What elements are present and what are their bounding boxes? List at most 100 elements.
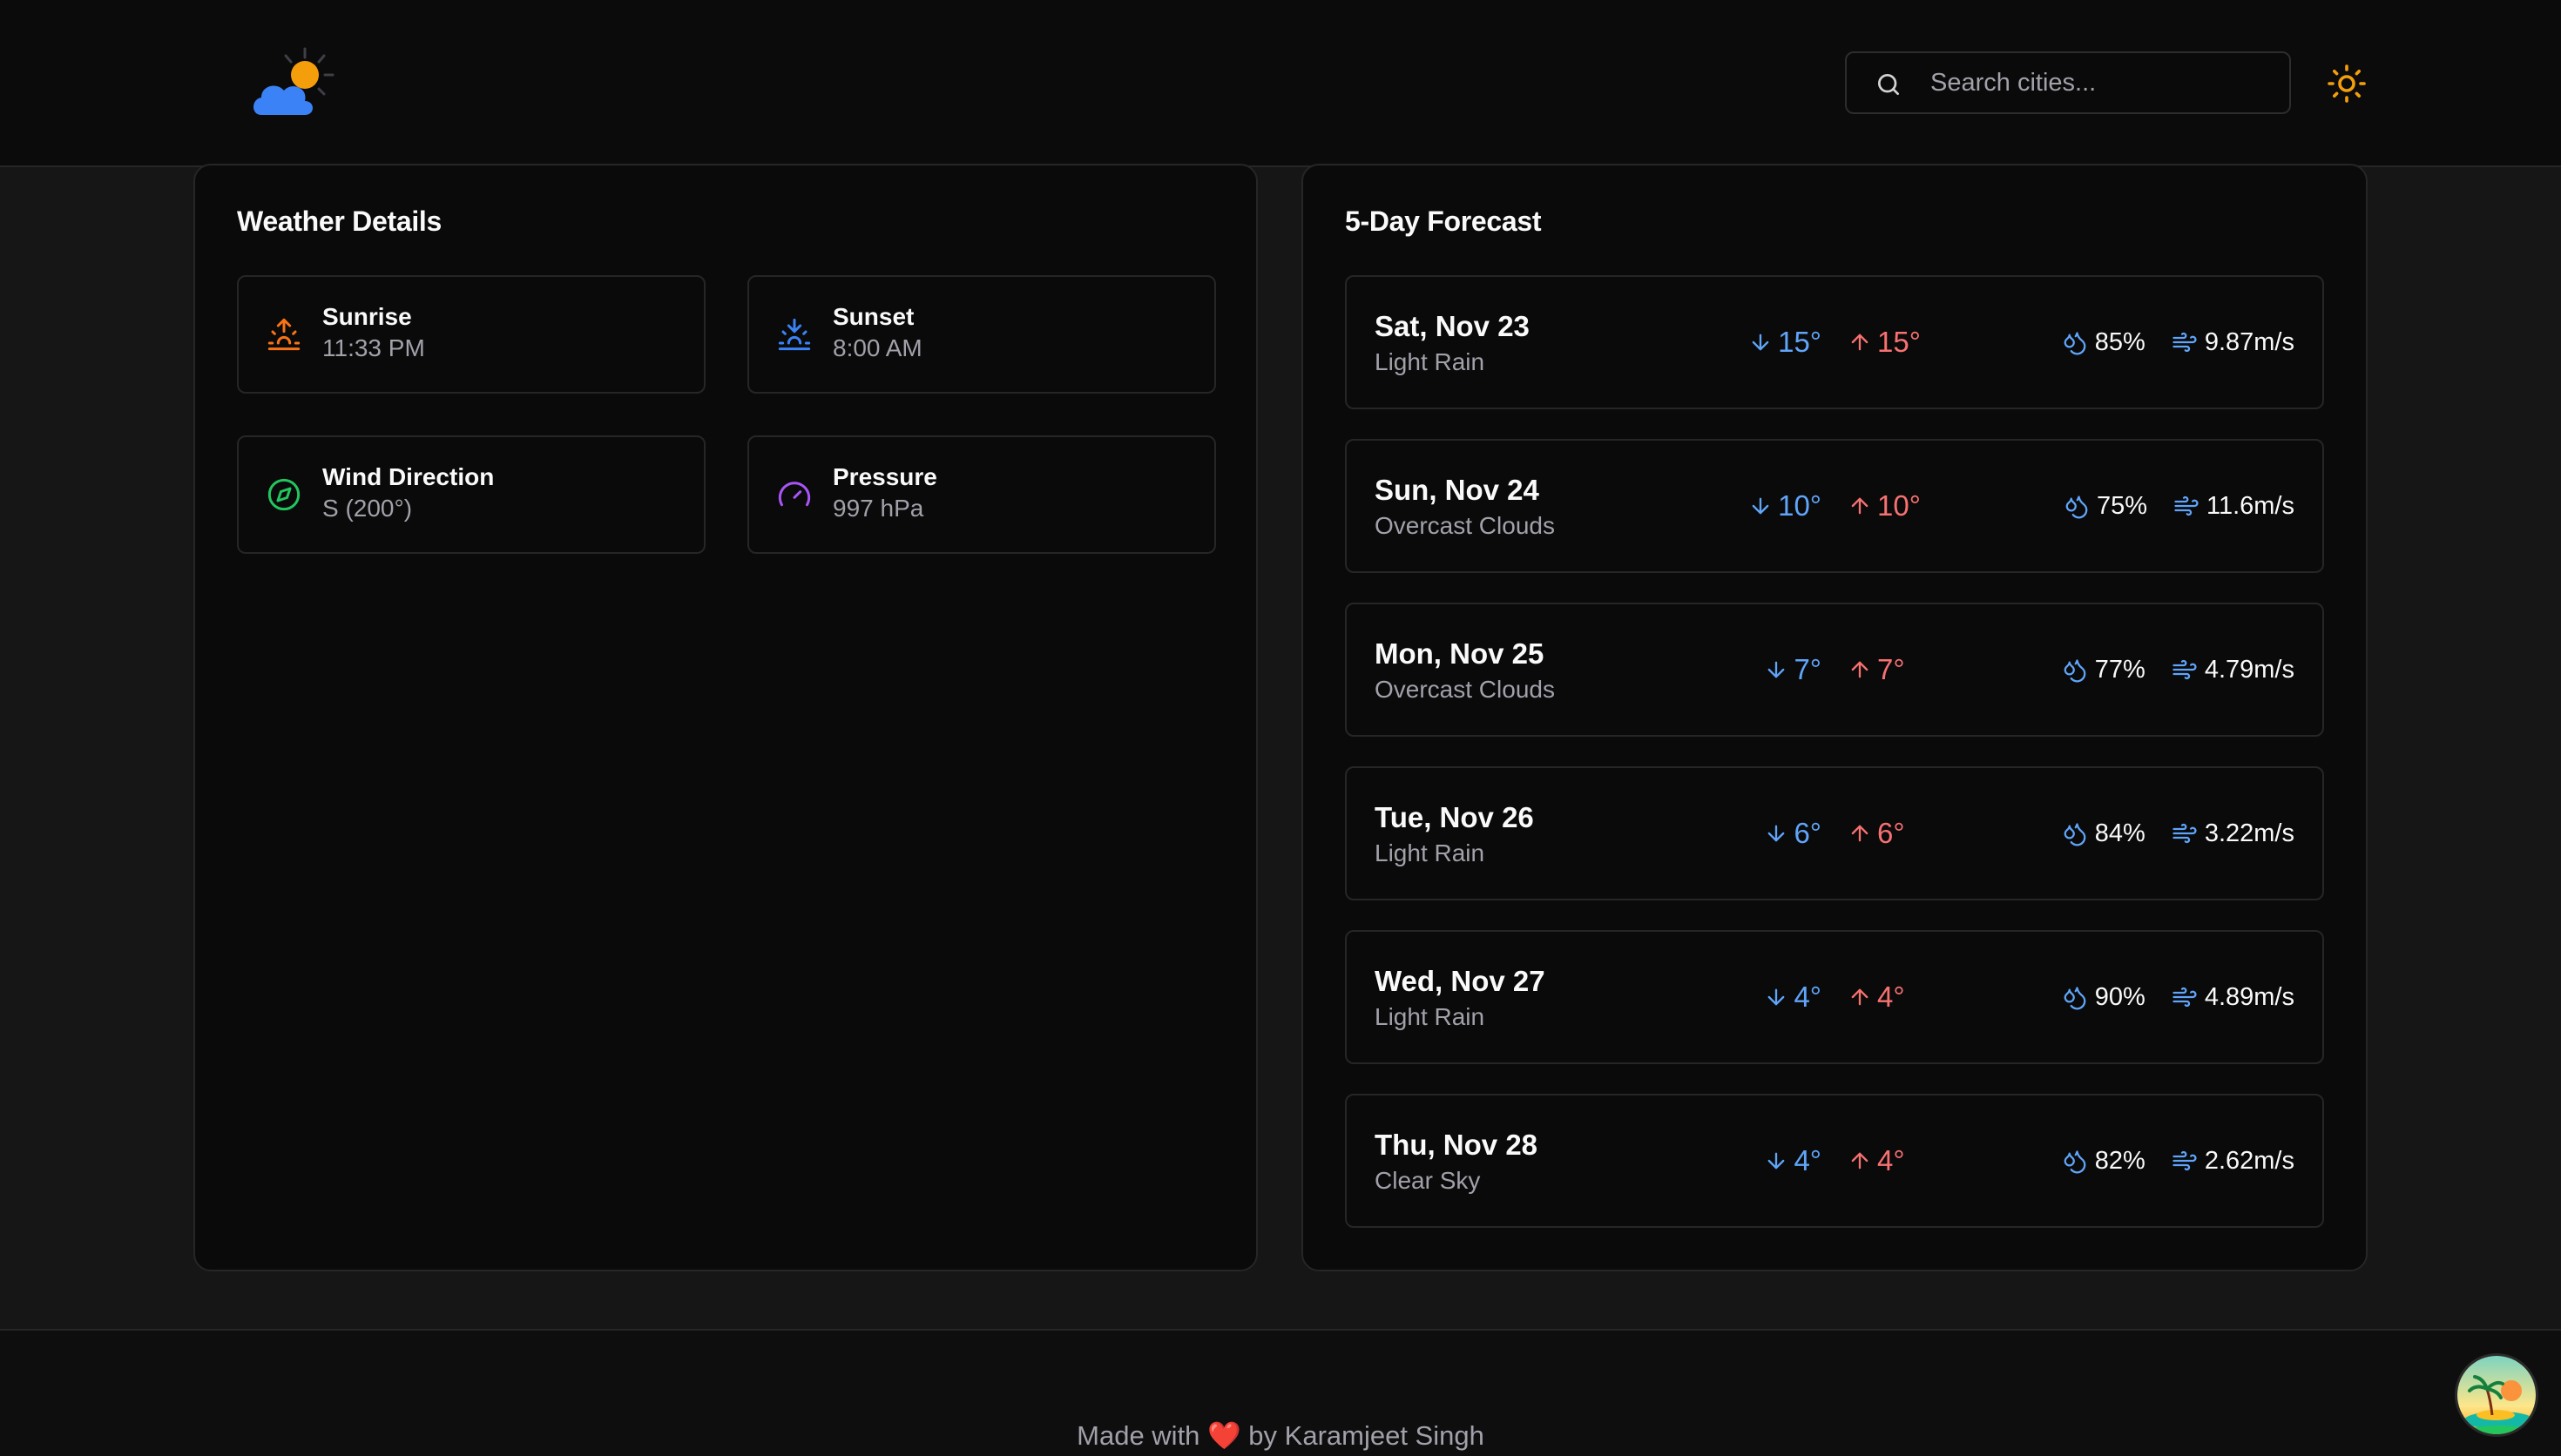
footer-credit: Made with ❤️ by Karamjeet Singh — [0, 1419, 2561, 1452]
theme-toggle-button[interactable] — [2326, 63, 2368, 104]
weather-details-title: Weather Details — [237, 206, 443, 237]
min-temp: 15° — [1748, 326, 1821, 359]
humidity-value: 90% — [2094, 982, 2145, 1011]
forecast-stats: 90% 4.89m/s — [2062, 932, 2294, 1062]
wind-value: 4.89m/s — [2204, 982, 2294, 1011]
max-temp: 4° — [1848, 1144, 1905, 1177]
weather-details-card: Weather Details Sunrise 11:33 PM Sunset … — [193, 164, 1258, 1271]
arrow-up-icon — [1851, 988, 1868, 1006]
max-temp-value: 4° — [1877, 1144, 1905, 1176]
wind-direction-detail: Wind Direction S (200°) — [237, 435, 706, 554]
min-temp: 4° — [1764, 981, 1821, 1014]
wind-icon — [2172, 1150, 2197, 1171]
footer-suffix: by Karamjeet Singh — [1248, 1420, 1484, 1451]
forecast-date: Sat, Nov 23 — [1375, 310, 1530, 342]
humidity-value: 82% — [2094, 1146, 2145, 1175]
page-footer: Made with ❤️ by Karamjeet Singh — [0, 1329, 2561, 1456]
droplets-icon — [2064, 659, 2086, 683]
pressure-detail: Pressure 997 hPa — [747, 435, 1216, 554]
arrow-up-icon — [1851, 497, 1868, 515]
wind-stat: 11.6m/s — [2173, 492, 2294, 521]
forecast-temps: 4° 4° — [1660, 1095, 2009, 1226]
sunrise-icon — [267, 318, 301, 351]
max-temp-value: 15° — [1877, 326, 1921, 358]
wind-stat: 2.62m/s — [2172, 1147, 2294, 1176]
max-temp: 15° — [1848, 326, 1921, 359]
detail-value: 8:00 AM — [833, 334, 922, 361]
max-temp-value: 7° — [1877, 653, 1905, 685]
forecast-temps: 10° 10° — [1660, 441, 2009, 571]
search-box[interactable] — [1845, 51, 2291, 114]
forecast-stats: 77% 4.79m/s — [2062, 604, 2294, 735]
forecast-temps: 6° 6° — [1660, 768, 2009, 899]
arrow-up-icon — [1851, 661, 1868, 678]
search-input[interactable] — [1930, 53, 2279, 112]
forecast-description: Overcast Clouds — [1375, 676, 1555, 703]
droplets-icon — [2065, 495, 2088, 519]
detail-value: S (200°) — [322, 495, 413, 522]
wind-icon — [2172, 659, 2197, 680]
min-temp-value: 7° — [1794, 653, 1821, 685]
droplets-icon — [2064, 987, 2086, 1010]
forecast-description: Light Rain — [1375, 348, 1485, 375]
max-temp-value: 4° — [1877, 981, 1905, 1013]
wind-value: 2.62m/s — [2204, 1146, 2294, 1175]
search-icon — [1878, 74, 1899, 95]
forecast-stats: 75% 11.6m/s — [2064, 441, 2294, 571]
forecast-stats: 84% 3.22m/s — [2062, 768, 2294, 899]
forecast-row: Mon, Nov 25 Overcast Clouds 7° 7° 77% 4.… — [1345, 603, 2324, 737]
cloud-sun-logo-icon[interactable] — [251, 47, 341, 120]
humidity-value: 77% — [2094, 655, 2145, 684]
droplets-icon — [2064, 1150, 2086, 1174]
wind-stat: 4.89m/s — [2172, 983, 2294, 1012]
max-temp: 10° — [1848, 489, 1921, 522]
arrow-down-icon — [1752, 334, 1769, 351]
forecast-row: Sat, Nov 23 Light Rain 15° 15° 85% 9.87m… — [1345, 275, 2324, 409]
wind-value: 4.79m/s — [2204, 655, 2294, 684]
forecast-description: Clear Sky — [1375, 1167, 1481, 1194]
wind-value: 3.22m/s — [2204, 819, 2294, 847]
footer-prefix: Made with — [1077, 1420, 1200, 1451]
min-temp: 6° — [1764, 817, 1821, 850]
detail-label: Sunset — [833, 303, 915, 330]
min-temp-value: 10° — [1778, 489, 1821, 522]
min-temp-value: 4° — [1794, 981, 1821, 1013]
forecast-date: Mon, Nov 25 — [1375, 637, 1544, 670]
humidity-stat: 75% — [2064, 492, 2147, 521]
forecast-date: Thu, Nov 28 — [1375, 1129, 1538, 1161]
arrow-up-icon — [1851, 825, 1868, 842]
max-temp: 7° — [1848, 653, 1905, 686]
max-temp: 4° — [1848, 981, 1905, 1014]
wind-value: 11.6m/s — [2206, 491, 2294, 520]
forecast-title: 5-Day Forecast — [1345, 206, 1542, 237]
forecast-row: Sun, Nov 24 Overcast Clouds 10° 10° 75% — [1345, 439, 2324, 573]
min-temp: 4° — [1764, 1144, 1821, 1177]
wind-icon — [2172, 332, 2197, 353]
wind-icon — [2172, 823, 2197, 844]
sunrise-detail: Sunrise 11:33 PM — [237, 275, 706, 394]
droplets-icon — [2064, 332, 2086, 355]
humidity-value: 85% — [2094, 327, 2145, 356]
detail-value: 997 hPa — [833, 495, 924, 522]
arrow-down-icon — [1768, 988, 1785, 1006]
humidity-value: 84% — [2094, 819, 2145, 847]
avatar[interactable] — [2455, 1353, 2538, 1437]
forecast-date: Tue, Nov 26 — [1375, 801, 1534, 833]
arrow-down-icon — [1768, 661, 1785, 678]
humidity-stat: 90% — [2062, 983, 2145, 1012]
arrow-up-icon — [1851, 334, 1868, 351]
droplets-icon — [2064, 823, 2086, 846]
detail-value: 11:33 PM — [322, 334, 425, 361]
forecast-row: Tue, Nov 26 Light Rain 6° 6° 84% 3.22m/s — [1345, 766, 2324, 900]
min-temp: 7° — [1764, 653, 1821, 686]
detail-label: Pressure — [833, 463, 937, 490]
forecast-description: Light Rain — [1375, 1003, 1485, 1030]
forecast-date: Sun, Nov 24 — [1375, 474, 1539, 506]
min-temp-value: 15° — [1778, 326, 1821, 358]
wind-icon — [2174, 495, 2199, 516]
wind-stat: 3.22m/s — [2172, 819, 2294, 848]
forecast-description: Overcast Clouds — [1375, 512, 1555, 539]
arrow-down-icon — [1768, 825, 1785, 842]
forecast-temps: 4° 4° — [1660, 932, 2009, 1062]
max-temp: 6° — [1848, 817, 1905, 850]
